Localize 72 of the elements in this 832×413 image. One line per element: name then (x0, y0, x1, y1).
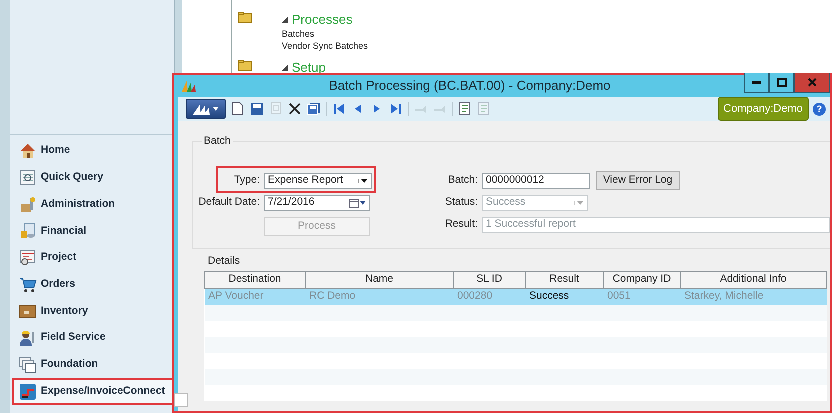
sidebar-item[interactable]: Field Service (12, 324, 174, 352)
save-icon[interactable] (250, 102, 264, 116)
table-cell: 000280 (454, 288, 526, 305)
minimize-icon (752, 81, 761, 84)
maximize-icon (776, 78, 786, 87)
dropdown-arrow-icon (361, 179, 368, 183)
dropdown-arrow-icon (360, 201, 366, 205)
calendar-icon[interactable] (349, 198, 359, 208)
table-row[interactable]: AP Voucher RC Demo 000280 Success 0051 Starkey, Michelle (204, 288, 826, 305)
window-title: Batch Processing (BC.BAT.00) - Company:Demo (328, 77, 612, 96)
sidebar-item[interactable]: Project (12, 244, 174, 272)
schedule-icon (19, 249, 37, 268)
caret-icon (213, 107, 219, 111)
tree-item[interactable]: Batches (282, 28, 368, 40)
last-record-icon[interactable] (389, 102, 403, 116)
folder-icon (238, 12, 252, 23)
table-cell: Starkey, Michelle (680, 288, 826, 305)
sidebar-item[interactable]: Foundation (12, 352, 174, 378)
field-label: Type: (233, 173, 261, 188)
menu-button[interactable] (186, 99, 226, 119)
sidebar-item[interactable]: Financial (12, 218, 174, 245)
table-cell: 0051 (604, 288, 680, 305)
tree-item[interactable]: Vendor Sync Batches (282, 40, 368, 52)
column-header[interactable]: Name (306, 272, 454, 288)
new-document-icon[interactable] (231, 102, 245, 116)
minimize-button[interactable] (744, 73, 769, 93)
date-field[interactable]: 7/21/2016 (264, 195, 370, 211)
first-record-icon[interactable] (332, 102, 346, 116)
windows-icon (19, 356, 37, 374)
field-label: Default Date: (198, 195, 261, 210)
expand-arrow-icon[interactable] (282, 17, 288, 23)
house-icon (19, 142, 37, 160)
column-header[interactable]: Result (526, 272, 604, 288)
close-button[interactable] (794, 73, 830, 93)
column-header[interactable]: SL ID (454, 272, 526, 288)
sidebar-item[interactable]: Administration (12, 191, 174, 218)
dropdown-arrow-icon (577, 201, 584, 205)
delete-icon[interactable] (288, 102, 302, 116)
coins-icon (19, 222, 37, 240)
sidebar-item[interactable]: Quick Query (12, 164, 174, 192)
cart-icon (19, 276, 37, 294)
column-header[interactable]: Additional Info (680, 272, 826, 288)
field-label: Status: (444, 195, 479, 210)
worker-icon (19, 329, 37, 348)
sidebar-item[interactable]: Orders (12, 271, 174, 298)
view-error-log-button[interactable]: View Error Log (596, 171, 680, 190)
toolbox-icon (19, 196, 37, 214)
report-icon[interactable] (458, 102, 472, 116)
sidebar-item[interactable]: Expense/InvoiceConnect (12, 378, 174, 405)
type-dropdown[interactable]: Expense Report (264, 173, 372, 189)
sidebar-item[interactable]: Home (12, 138, 174, 165)
table-cell: AP Voucher (204, 288, 306, 305)
field-label: Batch: (447, 173, 479, 188)
expand-arrow-icon[interactable] (282, 65, 288, 71)
maximize-button[interactable] (769, 73, 794, 93)
document-icon (19, 169, 37, 188)
company-label: Company:Demo (718, 96, 809, 122)
batch-field[interactable]: 0000000012 (482, 173, 590, 189)
column-header[interactable]: Company ID (604, 272, 680, 288)
table-cell: RC Demo (306, 288, 454, 305)
field-label: Result: (444, 217, 479, 232)
save-all-icon[interactable] (307, 102, 321, 116)
app-logo-icon (182, 80, 196, 92)
help-button[interactable]: ? (813, 102, 826, 116)
window-corner (174, 393, 188, 407)
connector-icon (19, 382, 37, 401)
sidebar-item[interactable]: Inventory (12, 298, 174, 325)
table-cell: Success (526, 288, 604, 305)
app-logo-icon (193, 103, 211, 115)
column-header[interactable]: Destination (204, 272, 306, 288)
close-icon (808, 78, 816, 87)
folder-icon (238, 60, 252, 71)
